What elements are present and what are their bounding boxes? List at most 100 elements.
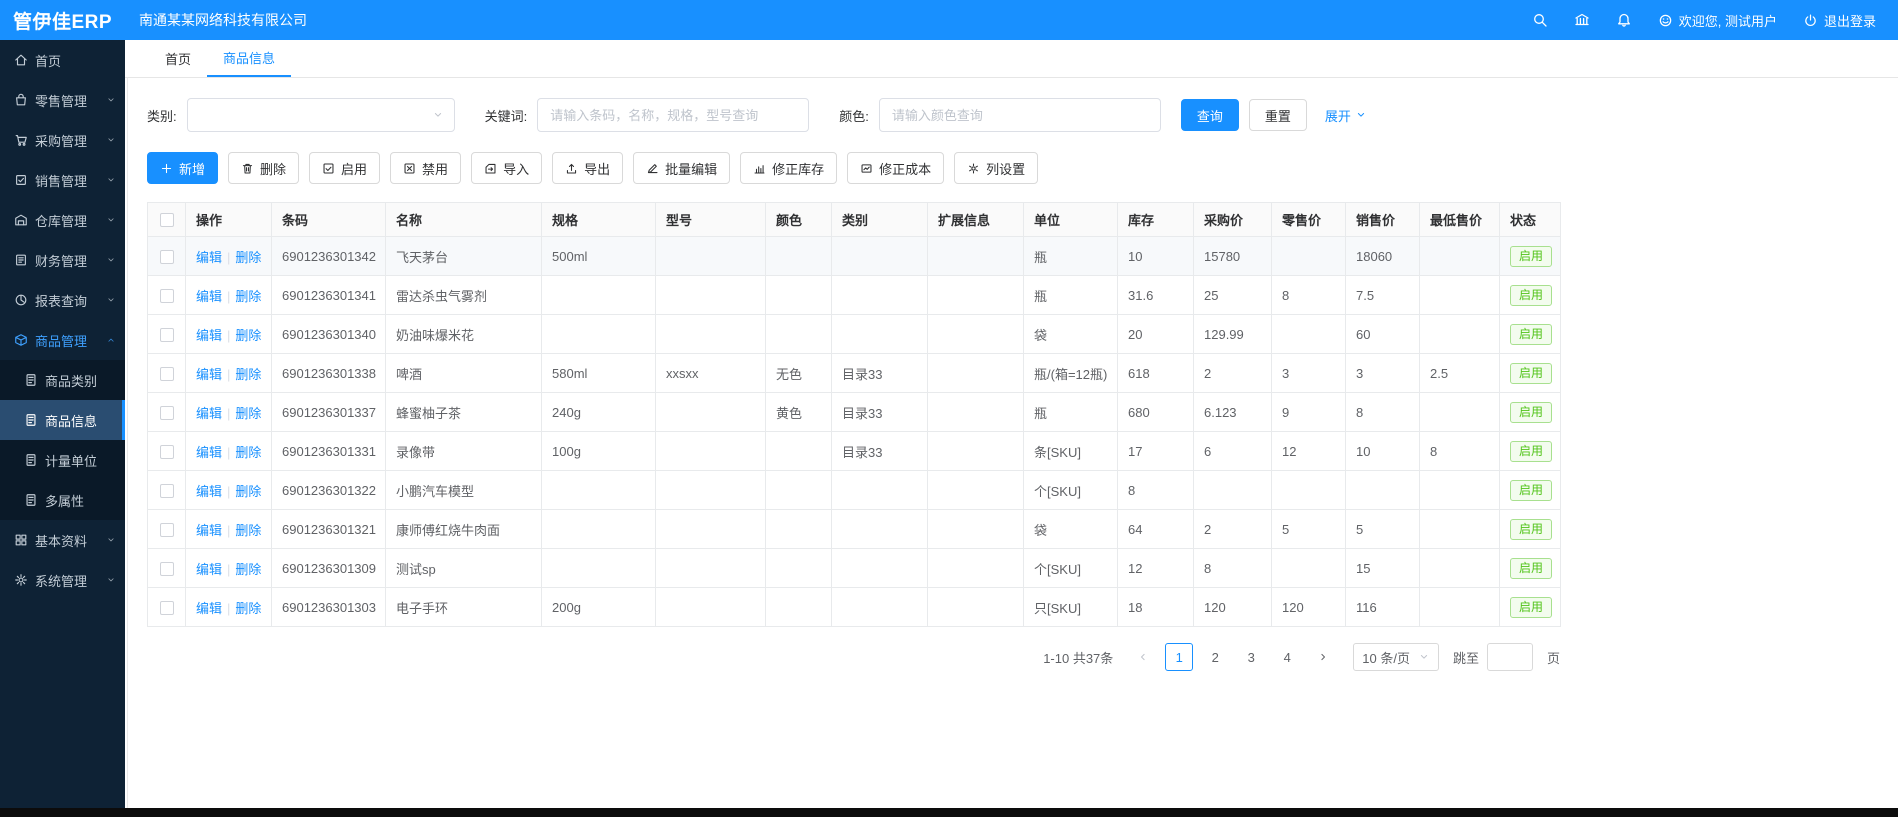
row-checkbox[interactable] [160,289,174,303]
cell-ext [928,549,1024,588]
cell-actions: 编辑|删除 [186,510,272,549]
row-checkbox[interactable] [160,367,174,381]
cell-name: 电子手环 [386,588,542,627]
tab-home[interactable]: 首页 [149,40,207,77]
delete-link[interactable]: 删除 [235,601,261,616]
sidebar-item-product-info[interactable]: 商品信息 [0,400,125,440]
prev-page-button[interactable] [1129,643,1157,671]
row-checkbox[interactable] [160,523,174,537]
sidebar-item-retail[interactable]: 零售管理 [0,80,125,120]
row-checkbox[interactable] [160,445,174,459]
page-button-4[interactable]: 4 [1273,643,1301,671]
delete-link[interactable]: 删除 [235,445,261,460]
next-page-button[interactable] [1309,643,1337,671]
reset-button[interactable]: 重置 [1249,99,1307,131]
sidebar-item-sales[interactable]: 销售管理 [0,160,125,200]
category-select[interactable] [187,98,455,132]
bell-icon[interactable] [1616,12,1632,28]
warehouse-icon [14,213,28,227]
select-all-checkbox[interactable] [160,213,174,227]
page-button-2[interactable]: 2 [1201,643,1229,671]
delete-link[interactable]: 删除 [235,523,261,538]
cell-actions: 编辑 | 删除 [186,471,272,510]
expand-link[interactable]: 展开 [1325,106,1367,125]
link-separator: | [227,484,230,499]
edit-link[interactable]: 编辑 [196,289,222,304]
sidebar-item-measure-unit[interactable]: 计量单位 [0,440,125,480]
welcome-user[interactable]: 欢迎您, 测试用户 [1658,11,1777,30]
header-actions: 欢迎您, 测试用户 退出登录 [1532,11,1898,30]
page-button-3[interactable]: 3 [1237,643,1265,671]
sidebar-item-basic-data[interactable]: 基本资料 [0,520,125,560]
link-separator: | [227,406,230,421]
sidebar-item-system[interactable]: 系统管理 [0,560,125,600]
search-icon[interactable] [1532,12,1548,28]
page-size-select[interactable]: 10 条/页 [1353,643,1439,671]
fix-stock-button[interactable]: 修正库存 [740,152,837,184]
delete-link[interactable]: 删除 [235,289,261,304]
delete-link[interactable]: 删除 [235,328,261,343]
edit-link[interactable]: 编辑 [196,367,222,382]
column-header: 操作 [186,203,272,237]
sidebar-item-home[interactable]: 首页 [0,40,125,80]
row-checkbox[interactable] [160,406,174,420]
sidebar-item-reports[interactable]: 报表查询 [0,280,125,320]
cell-ext [928,237,1024,276]
edit-link[interactable]: 编辑 [196,445,222,460]
export-button[interactable]: 导出 [552,152,623,184]
cell-min_price [1420,510,1500,549]
sidebar-item-label: 多属性 [45,491,84,510]
cell-sale_price: 8 [1346,393,1420,432]
enable-button[interactable]: 启用 [309,152,380,184]
sidebar-item-finance[interactable]: 财务管理 [0,240,125,280]
delete-link[interactable]: 删除 [235,562,261,577]
batch-edit-button[interactable]: 批量编辑 [633,152,730,184]
cell-stock: 17 [1118,432,1194,471]
sidebar-item-products[interactable]: 商品管理 [0,320,125,360]
edit-link[interactable]: 编辑 [196,250,222,265]
edit-link[interactable]: 编辑 [196,601,222,616]
sidebar-item-multi-attribute[interactable]: 多属性 [0,480,125,520]
delete-link[interactable]: 删除 [235,367,261,382]
edit-link[interactable]: 编辑 [196,328,222,343]
sidebar-item-product-category[interactable]: 商品类别 [0,360,125,400]
sidebar-item-label: 商品管理 [35,331,87,350]
color-input[interactable] [879,98,1161,132]
delete-link[interactable]: 删除 [235,406,261,421]
jump-page-input[interactable] [1487,643,1533,671]
row-checkbox[interactable] [160,484,174,498]
delete-link[interactable]: 删除 [235,484,261,499]
page-button-1[interactable]: 1 [1165,643,1193,671]
cell-name: 录像带 [386,432,542,471]
cell-retail_price: 120 [1272,588,1346,627]
delete-button[interactable]: 删除 [228,152,299,184]
row-checkbox[interactable] [160,250,174,264]
add-button[interactable]: 新增 [147,152,218,184]
table-header-row: 操作条码名称规格型号颜色类别扩展信息单位库存采购价零售价销售价最低售价状态 [148,203,1561,237]
fix-cost-button[interactable]: 修正成本 [847,152,944,184]
logout-button[interactable]: 退出登录 [1803,11,1876,30]
keyword-input[interactable] [537,98,809,132]
link-separator: | [227,601,230,616]
row-checkbox[interactable] [160,562,174,576]
sidebar-item-purchase[interactable]: 采购管理 [0,120,125,160]
cell-checkbox [148,588,186,627]
row-checkbox[interactable] [160,601,174,615]
column-settings-button[interactable]: 列设置 [954,152,1038,184]
row-checkbox[interactable] [160,328,174,342]
edit-link[interactable]: 编辑 [196,406,222,421]
search-button[interactable]: 查询 [1181,99,1239,131]
category-label: 类别: [147,106,177,125]
edit-link[interactable]: 编辑 [196,484,222,499]
disable-button[interactable]: 禁用 [390,152,461,184]
cell-barcode: 6901236301309 [272,549,386,588]
bank-icon[interactable] [1574,12,1590,28]
tab-product-info[interactable]: 商品信息 [207,40,291,77]
sidebar-item-warehouse[interactable]: 仓库管理 [0,200,125,240]
import-button[interactable]: 导入 [471,152,542,184]
link-separator: | [227,445,230,460]
delete-link[interactable]: 删除 [235,250,261,265]
edit-link[interactable]: 编辑 [196,523,222,538]
sidebar-item-label: 报表查询 [35,291,87,310]
edit-link[interactable]: 编辑 [196,562,222,577]
